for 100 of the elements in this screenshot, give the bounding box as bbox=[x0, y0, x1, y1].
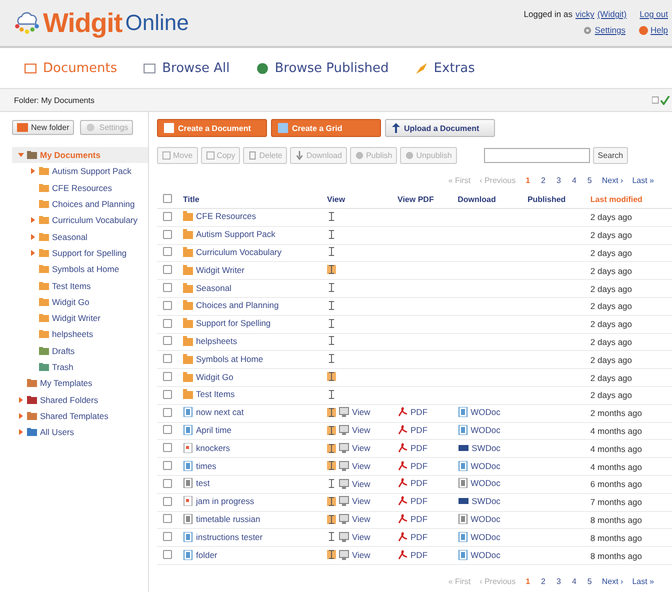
pagination-link[interactable]: Next › bbox=[602, 576, 624, 586]
text-cursor-icon[interactable] bbox=[327, 479, 336, 488]
download-link[interactable]: WODoc bbox=[470, 460, 500, 471]
document-title-link[interactable]: Test Items bbox=[196, 389, 235, 400]
row-checkbox[interactable] bbox=[163, 461, 172, 470]
view-link[interactable]: View bbox=[352, 514, 370, 524]
tree-item[interactable]: Test Items bbox=[12, 277, 148, 294]
row-checkbox[interactable] bbox=[163, 265, 172, 274]
logout-link[interactable]: Log out bbox=[640, 9, 668, 19]
user-link[interactable]: vicky bbox=[575, 9, 594, 19]
view-link[interactable]: View bbox=[352, 460, 370, 471]
document-title-link[interactable]: Support for Spelling bbox=[196, 318, 271, 328]
tree-item[interactable]: Support for Spelling bbox=[12, 244, 148, 262]
view-link[interactable]: View bbox=[352, 478, 370, 489]
pagination-link[interactable]: 3 bbox=[556, 176, 561, 185]
document-title-link[interactable]: Widgit Go bbox=[196, 372, 234, 382]
document-title-link[interactable]: timetable russian bbox=[196, 514, 260, 524]
row-checkbox[interactable] bbox=[163, 425, 172, 434]
view-link[interactable]: View bbox=[352, 407, 370, 418]
document-title-link[interactable]: Symbols at Home bbox=[196, 354, 264, 364]
document-title-link[interactable]: helpsheets bbox=[196, 336, 238, 346]
document-title-link[interactable]: test bbox=[196, 478, 210, 488]
text-cursor-icon[interactable] bbox=[327, 426, 336, 435]
tree-item[interactable]: My Templates bbox=[12, 375, 148, 392]
pagination-link[interactable]: 4 bbox=[572, 176, 576, 185]
row-checkbox[interactable] bbox=[163, 408, 172, 417]
tree-item[interactable]: CFE Resources bbox=[12, 180, 148, 196]
tree-item[interactable]: All Users bbox=[12, 424, 148, 440]
view-link[interactable]: View bbox=[352, 532, 370, 542]
search-field[interactable] bbox=[484, 148, 590, 163]
row-checkbox[interactable] bbox=[163, 478, 172, 488]
document-title-link[interactable]: knockers bbox=[196, 442, 230, 453]
pdf-link[interactable]: PDF bbox=[410, 478, 428, 488]
pagination-link[interactable]: Last » bbox=[632, 576, 654, 586]
row-checkbox[interactable] bbox=[163, 443, 172, 452]
pdf-link[interactable]: PDF bbox=[410, 550, 428, 560]
download-link[interactable]: WODoc bbox=[470, 514, 500, 524]
row-checkbox[interactable] bbox=[163, 283, 172, 292]
tree-item[interactable]: Seasonal bbox=[12, 228, 148, 245]
text-cursor-icon[interactable] bbox=[327, 318, 336, 328]
document-title-link[interactable]: folder bbox=[196, 550, 218, 560]
column-header[interactable]: Published bbox=[525, 191, 588, 208]
view-link[interactable]: View bbox=[352, 496, 370, 506]
tree-item[interactable]: Shared Templates bbox=[12, 408, 148, 424]
view-link[interactable]: View bbox=[352, 443, 370, 453]
document-title-link[interactable]: Choices and Planning bbox=[196, 300, 279, 310]
download-link[interactable]: WODoc bbox=[470, 532, 500, 542]
text-cursor-icon[interactable] bbox=[327, 532, 336, 542]
pdf-link[interactable]: PDF bbox=[410, 514, 428, 524]
tree-item[interactable]: Widgit Writer bbox=[12, 310, 148, 326]
document-title-link[interactable]: instructions tester bbox=[196, 532, 263, 542]
download-link[interactable]: WODoc bbox=[470, 550, 500, 560]
text-cursor-icon[interactable] bbox=[327, 408, 336, 417]
text-cursor-icon[interactable] bbox=[327, 444, 336, 452]
row-checkbox[interactable] bbox=[163, 372, 172, 382]
document-title-link[interactable]: jam in progress bbox=[196, 496, 254, 506]
view-link[interactable]: View bbox=[352, 425, 370, 436]
row-checkbox[interactable] bbox=[163, 230, 172, 239]
text-cursor-icon[interactable] bbox=[327, 212, 336, 221]
text-cursor-icon[interactable] bbox=[327, 336, 336, 346]
row-checkbox[interactable] bbox=[163, 354, 172, 364]
text-cursor-icon[interactable] bbox=[327, 283, 336, 292]
nav-tab[interactable]: Browse All bbox=[143, 60, 230, 76]
text-cursor-icon[interactable] bbox=[327, 390, 336, 399]
row-checkbox[interactable] bbox=[163, 532, 172, 542]
column-header[interactable]: View bbox=[325, 191, 396, 208]
document-title-link[interactable]: Curriculum Vocabulary bbox=[196, 246, 282, 257]
pagination-link[interactable]: Next › bbox=[602, 176, 624, 185]
pagination-link[interactable]: 2 bbox=[541, 176, 546, 185]
pagination-link[interactable]: 2 bbox=[541, 576, 546, 586]
text-cursor-icon[interactable] bbox=[327, 514, 336, 524]
text-cursor-icon[interactable] bbox=[327, 496, 336, 506]
document-title-link[interactable]: Widgit Writer bbox=[196, 264, 244, 275]
document-title-link[interactable]: Seasonal bbox=[196, 282, 232, 293]
text-cursor-icon[interactable] bbox=[327, 372, 336, 382]
org-link[interactable]: (Widgit) bbox=[597, 9, 627, 19]
text-cursor-icon[interactable] bbox=[327, 300, 336, 310]
download-link[interactable]: WODoc bbox=[470, 478, 500, 488]
help-link[interactable]: Help bbox=[650, 25, 668, 35]
pdf-link[interactable]: PDF bbox=[410, 460, 428, 471]
row-checkbox[interactable] bbox=[163, 390, 172, 399]
document-title-link[interactable]: now next cat bbox=[196, 407, 244, 418]
pagination-link[interactable]: 5 bbox=[587, 176, 592, 185]
nav-tab[interactable]: Extras bbox=[414, 60, 475, 76]
download-link[interactable]: WODoc bbox=[470, 407, 500, 418]
pdf-link[interactable]: PDF bbox=[410, 424, 428, 435]
row-checkbox[interactable] bbox=[163, 496, 172, 506]
pagination-link[interactable]: Last » bbox=[632, 176, 654, 185]
text-cursor-icon[interactable] bbox=[327, 230, 336, 239]
tree-item[interactable]: Autism Support Pack bbox=[12, 163, 148, 180]
row-checkbox[interactable] bbox=[163, 300, 172, 310]
text-cursor-icon[interactable] bbox=[327, 247, 336, 256]
tree-item[interactable]: Shared Folders bbox=[12, 391, 148, 408]
pdf-link[interactable]: PDF bbox=[410, 407, 428, 418]
row-checkbox[interactable] bbox=[163, 247, 172, 256]
row-checkbox[interactable] bbox=[163, 318, 172, 328]
text-cursor-icon[interactable] bbox=[327, 550, 336, 560]
tree-item[interactable]: helpsheets bbox=[12, 326, 148, 343]
tree-item[interactable]: Choices and Planning bbox=[12, 196, 148, 212]
pdf-link[interactable]: PDF bbox=[410, 496, 428, 506]
